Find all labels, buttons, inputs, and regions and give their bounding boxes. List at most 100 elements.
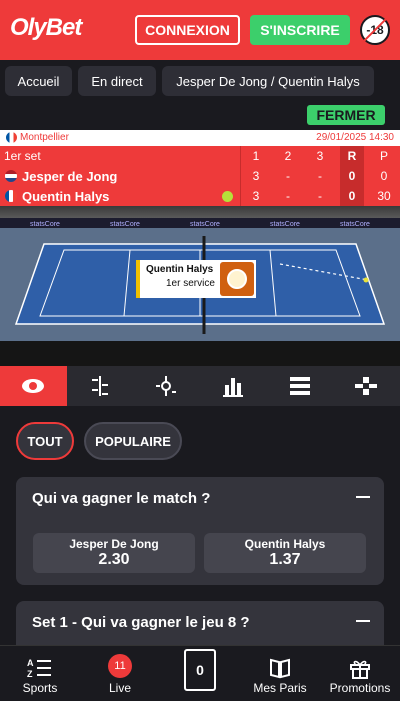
col-header: P — [379, 149, 388, 163]
sponsor-text: statsCore — [340, 221, 370, 228]
eye-icon — [22, 379, 45, 393]
market-title: Set 1 - Qui va gagner le jeu 8 ? — [32, 614, 250, 631]
france-flag-icon — [6, 132, 17, 143]
svg-text:A: A — [27, 658, 34, 668]
market-tabs — [0, 366, 400, 406]
sponsor-text: statsCore — [110, 221, 140, 228]
bottom-navigation: A Z Sports 11 Live 0 Mes Paris Promotion… — [0, 645, 400, 700]
score-header-row: 1er set 1 2 3 R P — [0, 146, 400, 166]
tab-lineup[interactable] — [133, 366, 200, 406]
score-row-player1: Jesper de Jong 3 - - 0 0 — [0, 166, 400, 186]
score-cell: 3 — [252, 189, 260, 203]
nav-promotions[interactable]: Promotions — [326, 646, 394, 701]
breadcrumb-match[interactable]: Jesper De Jong / Quentin Halys — [162, 66, 374, 96]
odds-selection-name: Jesper De Jong — [69, 537, 159, 551]
age-restriction-icon: -18 — [360, 15, 390, 45]
match-location: Montpellier — [20, 132, 69, 143]
nav-betslip[interactable]: 0 — [180, 646, 220, 701]
col-header: 2 — [284, 149, 292, 163]
filter-tout-button[interactable]: TOUT — [16, 422, 74, 460]
serve-icon — [220, 262, 254, 296]
tab-list[interactable] — [266, 366, 333, 406]
olybet-logo[interactable]: OlyBet — [10, 14, 82, 42]
score-cell: 30 — [377, 189, 391, 203]
score-cell: - — [318, 189, 322, 203]
odds-value: 2.30 — [98, 551, 130, 568]
match-datetime: 29/01/2025 14:30 — [316, 132, 394, 143]
netherlands-flag-icon — [5, 170, 17, 182]
nav-live[interactable]: 11 Live — [100, 646, 140, 701]
crowd-area — [0, 206, 400, 218]
nav-sports[interactable]: A Z Sports — [18, 646, 62, 701]
lineup-icon — [156, 376, 177, 396]
nav-mes-paris[interactable]: Mes Paris — [252, 646, 308, 701]
tab-overview[interactable] — [0, 366, 67, 406]
score-cell: - — [286, 189, 290, 203]
filter-populaire-button[interactable]: POPULAIRE — [84, 422, 182, 460]
col-header: R — [340, 146, 364, 166]
serving-ball-icon — [222, 190, 233, 202]
bar-chart-icon — [223, 378, 244, 397]
betslip-icon: 0 — [184, 648, 216, 691]
col-header: 1 — [252, 149, 260, 163]
scoreboard: Montpellier 29/01/2025 14:30 1er set 1 2… — [0, 130, 400, 206]
player1-name: Jesper de Jong — [22, 168, 118, 184]
market-card: Qui va gagner le match ? Jesper De Jong … — [16, 477, 384, 585]
odds-selection-name: Quentin Halys — [244, 537, 326, 551]
odds-button[interactable]: Quentin Halys 1.37 — [204, 533, 366, 573]
score-row-player2: Quentin Halys 3 - - 0 30 — [0, 186, 400, 206]
close-button[interactable]: FERMER — [307, 105, 385, 125]
crowd-bottom — [0, 341, 400, 366]
sponsor-text: statsCore — [270, 221, 300, 228]
nav-promotions-label: Promotions — [329, 681, 391, 695]
ball-icon — [363, 277, 369, 283]
score-cell: 0 — [380, 169, 388, 183]
sponsor-text: statsCore — [190, 221, 220, 228]
connexion-button[interactable]: CONNEXION — [135, 15, 240, 45]
score-cell: - — [318, 169, 322, 183]
col-header: 3 — [316, 149, 324, 163]
gift-icon — [350, 660, 370, 679]
server-name: Quentin Halys — [146, 264, 214, 275]
bracket-icon — [355, 377, 378, 395]
odds-button[interactable]: Jesper De Jong 2.30 — [33, 533, 195, 573]
breadcrumb-en-direct[interactable]: En direct — [78, 66, 156, 96]
collapse-minus-icon[interactable] — [356, 620, 370, 622]
nav-live-label: Live — [108, 681, 131, 695]
top-header: OlyBet CONNEXION S'INSCRIRE -18 — [0, 0, 400, 60]
betslip-count: 0 — [196, 661, 204, 678]
player2-name: Quentin Halys — [22, 188, 110, 204]
live-court-visualization[interactable]: statsCore statsCore statsCore statsCore … — [0, 206, 400, 366]
nav-mes-paris-label: Mes Paris — [253, 681, 307, 695]
nav-sports-label: Sports — [22, 681, 58, 695]
odds-value: 1.37 — [269, 551, 301, 568]
score-cell: - — [286, 169, 290, 183]
tab-timeline[interactable] — [67, 366, 134, 406]
tab-stats[interactable] — [200, 366, 267, 406]
tab-bracket[interactable] — [333, 366, 400, 406]
breadcrumb: Accueil En direct Jesper De Jong / Quent… — [0, 60, 400, 102]
match-info-bar: Montpellier 29/01/2025 14:30 — [0, 130, 400, 146]
column-divider — [240, 146, 241, 206]
collapse-minus-icon[interactable] — [356, 496, 370, 498]
sports-az-icon: A Z — [27, 658, 51, 679]
sponsor-text: statsCore — [30, 221, 60, 228]
book-icon — [270, 658, 290, 679]
svg-text:Z: Z — [27, 669, 33, 679]
live-count: 11 — [114, 660, 126, 672]
timeline-icon — [91, 376, 108, 396]
list-icon — [289, 377, 310, 395]
server-tooltip: Quentin Halys 1er service — [136, 260, 256, 298]
live-count-badge: 11 — [108, 654, 132, 678]
serve-ball-icon — [227, 269, 247, 289]
server-status: 1er service — [166, 278, 215, 289]
market-title: Qui va gagner le match ? — [32, 490, 211, 507]
france-flag-icon — [5, 190, 17, 202]
score-cell: 0 — [340, 186, 364, 206]
age-restriction-label: -18 — [366, 23, 384, 37]
score-table: 1er set 1 2 3 R P Jesper de Jong 3 - - 0… — [0, 146, 400, 206]
score-cell: 0 — [340, 166, 364, 186]
score-cell: 3 — [252, 169, 260, 183]
breadcrumb-accueil[interactable]: Accueil — [5, 66, 72, 96]
inscrire-button[interactable]: S'INSCRIRE — [250, 15, 350, 45]
